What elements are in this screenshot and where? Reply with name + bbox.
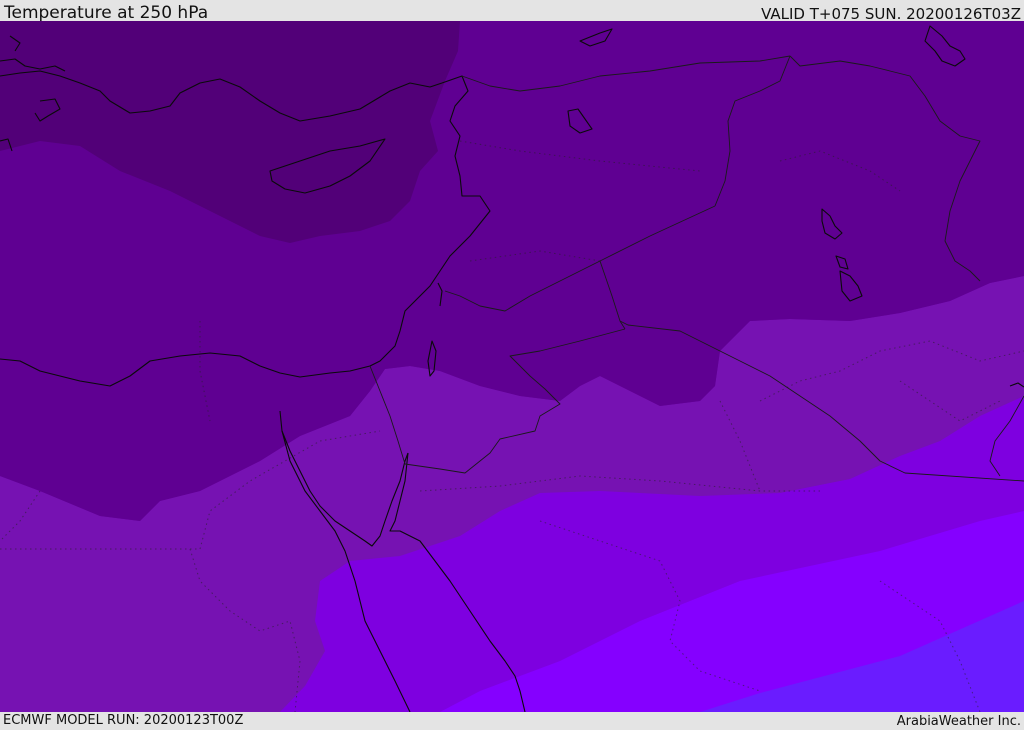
footer-bar: ECMWF MODEL RUN: 20200123T00Z ArabiaWeat… xyxy=(0,712,1024,729)
model-run-label: ECMWF MODEL RUN: 20200123T00Z xyxy=(3,713,244,728)
map-panel[interactable] xyxy=(0,21,1024,712)
credit-label: ArabiaWeather Inc. xyxy=(896,714,1021,729)
map-title: Temperature at 250 hPa xyxy=(4,3,209,23)
temperature-map[interactable] xyxy=(0,21,1024,712)
header-bar: Temperature at 250 hPa VALID T+075 SUN. … xyxy=(0,0,1024,23)
